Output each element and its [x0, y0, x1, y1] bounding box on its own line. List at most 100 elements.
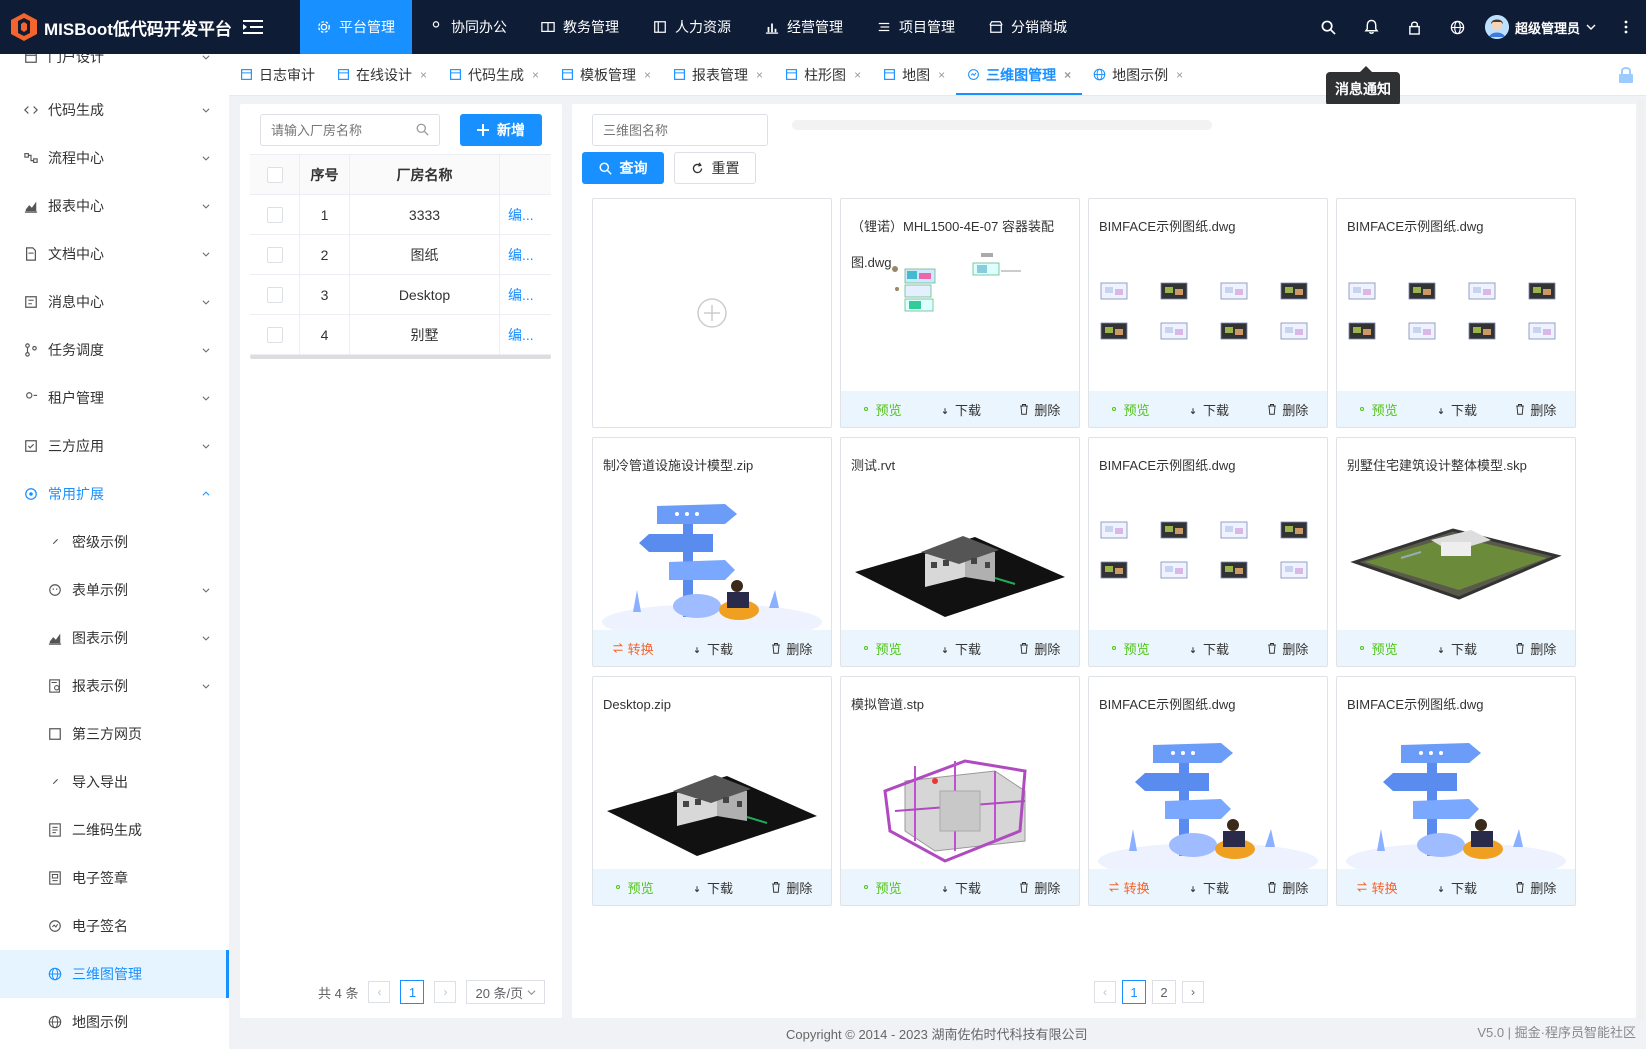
delete-button[interactable]: 删除	[1018, 639, 1060, 658]
delete-button[interactable]: 删除	[1514, 639, 1556, 658]
table-row[interactable]: 1 3333 编...	[250, 195, 551, 235]
preview-button[interactable]: 预览	[860, 639, 902, 658]
download-button[interactable]: 下载	[939, 400, 981, 419]
close-icon[interactable]: ×	[644, 68, 651, 82]
model-thumbnail[interactable]	[1093, 721, 1323, 871]
factory-search-input[interactable]	[271, 122, 411, 138]
prev-page-button[interactable]: ‹	[368, 981, 391, 1003]
next-page-button[interactable]: ›	[1182, 981, 1204, 1003]
row-checkbox[interactable]	[266, 326, 283, 343]
download-button[interactable]: 下载	[1435, 878, 1477, 897]
notification-button[interactable]	[1350, 0, 1393, 54]
sidebar-item[interactable]: 密级示例	[0, 518, 229, 566]
sidebar-item[interactable]: 电子签名	[0, 902, 229, 950]
preview-button[interactable]: 预览	[1108, 400, 1150, 419]
next-page-button[interactable]: ›	[434, 981, 457, 1003]
download-button[interactable]: 下载	[1435, 400, 1477, 419]
select-all-checkbox[interactable]	[266, 166, 283, 183]
model-thumbnail[interactable]	[597, 482, 827, 632]
sidebar-item[interactable]: 电子签章	[0, 854, 229, 902]
sidebar-item[interactable]: 租户管理	[0, 374, 229, 422]
delete-button[interactable]: 删除	[1018, 878, 1060, 897]
model-thumbnail[interactable]	[1341, 721, 1571, 871]
more-button[interactable]	[1606, 0, 1646, 54]
row-checkbox[interactable]	[266, 246, 283, 263]
delete-button[interactable]: 删除	[1018, 400, 1060, 419]
model-thumbnail[interactable]	[597, 721, 827, 871]
convert-button[interactable]: 转换	[1356, 878, 1398, 897]
sidebar-item[interactable]: 代码生成	[0, 86, 229, 134]
convert-button[interactable]: 转换	[612, 639, 654, 658]
page-size-select[interactable]: 20 条/页	[466, 980, 546, 1004]
tab-2[interactable]: 在线设计 ×	[326, 54, 438, 95]
delete-button[interactable]: 删除	[1514, 400, 1556, 419]
row-edit-link[interactable]: 编...	[500, 195, 551, 234]
delete-button[interactable]: 删除	[1266, 639, 1308, 658]
page-number[interactable]: 2	[1152, 980, 1176, 1004]
preview-button[interactable]: 预览	[1108, 639, 1150, 658]
topnav-item[interactable]: 项目管理	[860, 0, 972, 54]
sidebar-item[interactable]: 任务调度	[0, 326, 229, 374]
download-button[interactable]: 下载	[1187, 400, 1229, 419]
user-menu[interactable]: 超级管理员	[1479, 15, 1606, 39]
close-icon[interactable]: ×	[420, 68, 427, 82]
model-search-input[interactable]	[603, 122, 753, 138]
row-edit-link[interactable]: 编...	[500, 275, 551, 314]
table-row[interactable]: 2 图纸 编...	[250, 235, 551, 275]
model-thumbnail[interactable]	[845, 243, 1075, 393]
topnav-item[interactable]: 平台管理	[300, 0, 412, 54]
model-thumbnail[interactable]	[845, 721, 1075, 871]
tab-1[interactable]: 日志审计	[229, 54, 326, 95]
search-button[interactable]	[1307, 0, 1350, 54]
lock-screen-button[interactable]	[1393, 0, 1436, 54]
sidebar-item[interactable]: 二维码生成	[0, 806, 229, 854]
sidebar-item[interactable]: 第三方网页	[0, 710, 229, 758]
tab-9[interactable]: 地图示例 ×	[1082, 54, 1194, 95]
download-button[interactable]: 下载	[1187, 878, 1229, 897]
tab-3[interactable]: 代码生成 ×	[438, 54, 550, 95]
prev-page-button[interactable]: ‹	[1094, 981, 1116, 1003]
download-button[interactable]: 下载	[939, 878, 981, 897]
scrollbar[interactable]	[1638, 100, 1644, 1020]
query-button[interactable]: 查询	[582, 152, 664, 184]
topnav-item[interactable]: 经营管理	[748, 0, 860, 54]
row-edit-link[interactable]: 编...	[500, 235, 551, 274]
sidebar-item[interactable]: 三方应用	[0, 422, 229, 470]
tab-6[interactable]: 柱形图 ×	[774, 54, 872, 95]
convert-button[interactable]: 转换	[1108, 878, 1150, 897]
topnav-item[interactable]: 人力资源	[636, 0, 748, 54]
delete-button[interactable]: 删除	[1266, 400, 1308, 419]
page-number[interactable]: 1	[1122, 980, 1146, 1004]
tab-5[interactable]: 报表管理 ×	[662, 54, 774, 95]
delete-button[interactable]: 删除	[1514, 878, 1556, 897]
preview-button[interactable]: 预览	[860, 400, 902, 419]
delete-button[interactable]: 删除	[1266, 878, 1308, 897]
close-icon[interactable]: ×	[532, 68, 539, 82]
sidebar-item[interactable]: 消息中心	[0, 278, 229, 326]
sidebar-item[interactable]: 门户设计	[0, 54, 229, 66]
delete-button[interactable]: 删除	[770, 639, 812, 658]
preview-button[interactable]: 预览	[1356, 400, 1398, 419]
sidebar-item[interactable]: 报表中心	[0, 182, 229, 230]
tab-8[interactable]: 三维图管理 ×	[956, 54, 1083, 95]
sidebar-item[interactable]: 常用扩展	[0, 470, 229, 518]
reset-button[interactable]: 重置	[674, 152, 756, 184]
sidebar-item[interactable]: 文档中心	[0, 230, 229, 278]
preview-button[interactable]: 预览	[612, 878, 654, 897]
preview-button[interactable]: 预览	[1356, 639, 1398, 658]
tab-lock-button[interactable]	[1618, 66, 1636, 84]
sidebar-item[interactable]: 报表示例	[0, 662, 229, 710]
row-checkbox[interactable]	[266, 286, 283, 303]
factory-search[interactable]	[260, 114, 440, 146]
sidebar-item[interactable]: 图表示例	[0, 614, 229, 662]
topnav-item[interactable]: 协同办公	[412, 0, 524, 54]
model-thumbnail[interactable]	[1093, 482, 1323, 632]
language-button[interactable]	[1436, 0, 1479, 54]
sidebar-item[interactable]: 表单示例	[0, 566, 229, 614]
row-edit-link[interactable]: 编...	[500, 315, 551, 354]
tab-7[interactable]: 地图 ×	[872, 54, 956, 95]
download-button[interactable]: 下载	[1187, 639, 1229, 658]
sidebar-item[interactable]: 流程中心	[0, 134, 229, 182]
download-button[interactable]: 下载	[1435, 639, 1477, 658]
close-icon[interactable]: ×	[1176, 68, 1183, 82]
